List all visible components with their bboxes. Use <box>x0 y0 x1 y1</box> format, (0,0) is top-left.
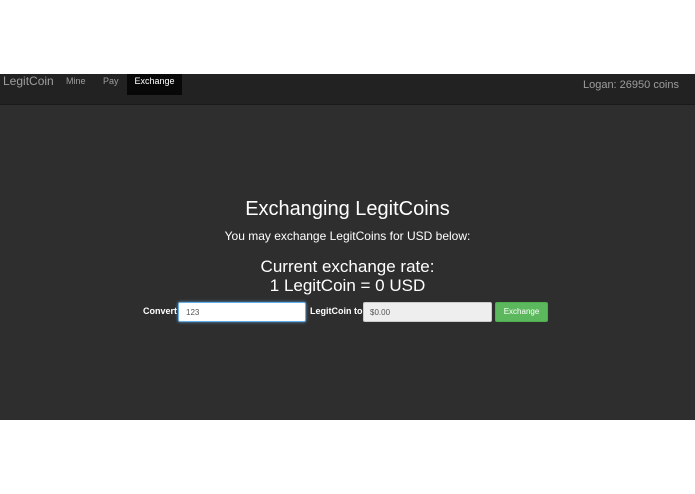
usd-amount-field <box>363 302 492 322</box>
page-subtitle: You may exchange LegitCoins for USD belo… <box>224 229 471 243</box>
user-coin-balance: Logan: 26950 coins <box>582 79 679 91</box>
exchange-rate-label: Current exchange rate: <box>260 257 435 276</box>
exchange-button[interactable]: Exchange <box>495 302 548 322</box>
app-window: LegitCoin Mine Pay Exchange Logan: 26950… <box>0 74 695 420</box>
legitcoin-to-label: LegitCoin to <box>310 306 363 316</box>
navbar: LegitCoin Mine Pay Exchange Logan: 26950… <box>0 74 695 105</box>
nav-item-mine[interactable]: Mine <box>66 76 86 86</box>
nav-item-pay[interactable]: Pay <box>103 76 119 86</box>
coin-amount-input[interactable] <box>178 302 306 322</box>
brand-link[interactable]: LegitCoin <box>3 75 54 87</box>
exchange-rate-value: 1 LegitCoin = 0 USD <box>269 276 426 295</box>
nav-item-exchange[interactable]: Exchange <box>127 74 182 95</box>
convert-label: Convert <box>143 306 178 316</box>
page-title: Exchanging LegitCoins <box>245 198 450 220</box>
